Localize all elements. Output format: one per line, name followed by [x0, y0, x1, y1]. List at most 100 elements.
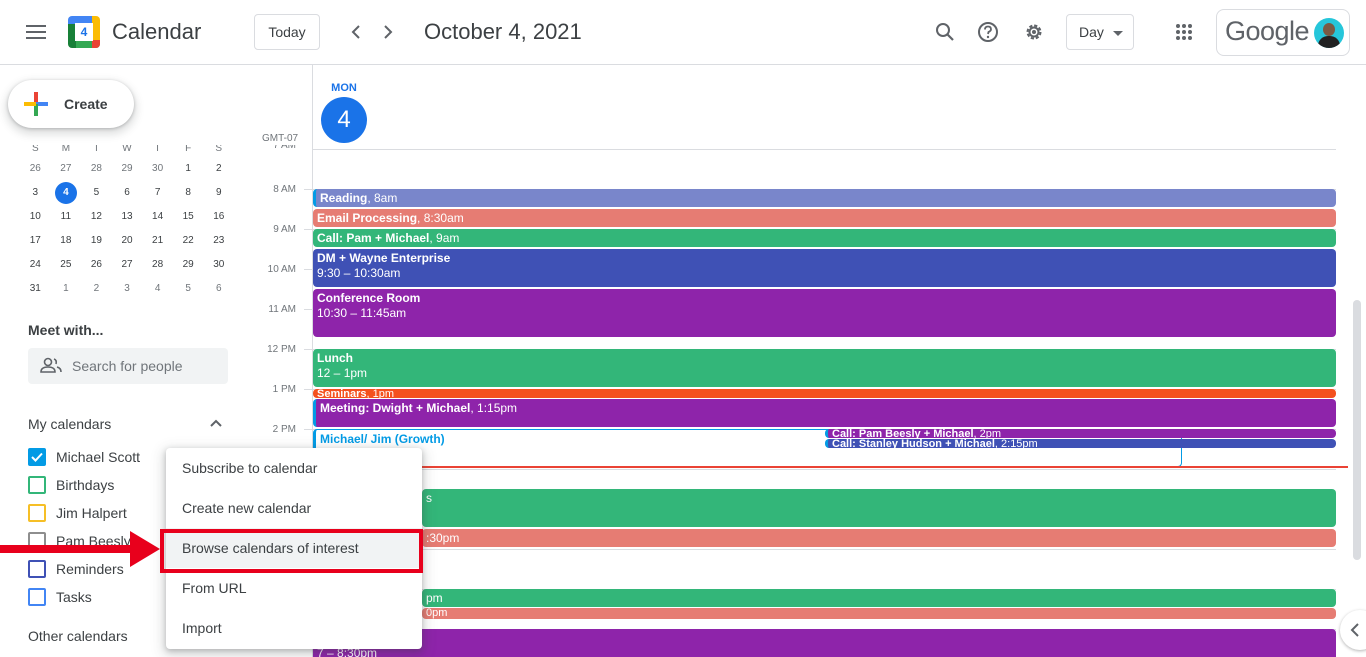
mini-calendar-day[interactable]: 1: [173, 157, 204, 181]
help-button[interactable]: [968, 12, 1008, 52]
search-people-input[interactable]: Search for people: [28, 348, 228, 384]
chevron-left-icon: [351, 25, 360, 39]
event-title: Email Processing: [317, 211, 418, 225]
mini-calendar-day[interactable]: 13: [112, 205, 143, 229]
main-menu-button[interactable]: [16, 12, 56, 52]
mini-calendar-day[interactable]: 5: [81, 181, 112, 205]
day-header-number[interactable]: 4: [321, 97, 367, 143]
event-title: Michael/ Jim (Growth): [320, 432, 445, 446]
menu-item-subscribe[interactable]: Subscribe to calendar: [166, 448, 422, 488]
menu-item-create-new[interactable]: Create new calendar: [166, 488, 422, 528]
mini-calendar-day[interactable]: 23: [203, 229, 234, 253]
calendar-event[interactable]: Seminars, 1pm: [313, 389, 1336, 398]
mini-calendar-day[interactable]: 9: [203, 181, 234, 205]
calendar-logo[interactable]: 4: [68, 16, 100, 48]
mini-calendar-day[interactable]: 15: [173, 205, 204, 229]
checkbox-icon[interactable]: [28, 560, 46, 578]
mini-calendar-day[interactable]: 28: [81, 157, 112, 181]
mini-calendar-day[interactable]: 5: [173, 277, 204, 301]
day-header-weekday: MON: [331, 82, 357, 94]
mini-calendar-day[interactable]: 2: [81, 277, 112, 301]
today-button[interactable]: Today: [254, 14, 320, 50]
mini-calendar-day[interactable]: 4: [51, 181, 82, 205]
mini-calendar-day[interactable]: 29: [173, 253, 204, 277]
event-title: Call: Pam + Michael: [317, 231, 430, 245]
checkbox-icon[interactable]: [28, 588, 46, 606]
side-panel-toggle[interactable]: [1340, 610, 1366, 650]
checkbox-icon[interactable]: [28, 476, 46, 494]
calendar-event[interactable]: Call: Pam + Michael, 9am: [313, 229, 1336, 247]
mini-calendar-day[interactable]: 19: [81, 229, 112, 253]
calendar-event[interactable]: Meeting: Dwight + Michael, 1:15pm: [313, 399, 1336, 427]
calendar-event[interactable]: Email Processing, 8:30am: [313, 209, 1336, 227]
calendar-event[interactable]: :30pm: [422, 529, 1336, 547]
calendar-item-birthdays[interactable]: Birthdays: [28, 473, 188, 497]
mini-calendar-day[interactable]: 11: [51, 205, 82, 229]
chevron-up-icon[interactable]: [209, 418, 223, 428]
mini-calendar-day[interactable]: 28: [142, 253, 173, 277]
mini-calendar-day[interactable]: 10: [20, 205, 51, 229]
my-calendars-title[interactable]: My calendars: [28, 416, 111, 432]
mini-calendar-day[interactable]: 24: [20, 253, 51, 277]
mini-calendar-day[interactable]: 18: [51, 229, 82, 253]
calendar-event[interactable]: Conference Room 10:30 – 11:45am: [313, 289, 1336, 337]
mini-calendar-day[interactable]: 25: [51, 253, 82, 277]
mini-calendar-day[interactable]: 26: [81, 253, 112, 277]
top-bar: 4 Calendar Today October 4, 2021 Day Goo…: [0, 0, 1366, 65]
calendar-item-jim-halpert[interactable]: Jim Halpert: [28, 501, 188, 525]
calendar-event[interactable]: g7 – 8:30pm: [313, 629, 1336, 657]
next-day-button[interactable]: [368, 12, 408, 52]
checkbox-checked-icon[interactable]: [28, 448, 46, 466]
other-calendars-title[interactable]: Other calendars: [28, 628, 128, 644]
checkbox-icon[interactable]: [28, 504, 46, 522]
calendar-item-michael-scott[interactable]: Michael Scott: [28, 445, 188, 469]
logo-day-number: 4: [75, 23, 93, 41]
view-switcher-dropdown[interactable]: Day: [1066, 14, 1134, 50]
mini-calendar-day[interactable]: 16: [203, 205, 234, 229]
mini-calendar-day[interactable]: 17: [20, 229, 51, 253]
view-switcher-label: Day: [1079, 24, 1104, 40]
settings-button[interactable]: [1014, 12, 1054, 52]
mini-calendar-week: 3456789: [20, 181, 234, 205]
calendar-event[interactable]: DM + Wayne Enterprise 9:30 – 10:30am: [313, 249, 1336, 287]
caret-down-icon: [1113, 31, 1123, 36]
mini-calendar-day[interactable]: 3: [20, 181, 51, 205]
menu-item-import[interactable]: Import: [166, 608, 422, 648]
calendar-event[interactable]: Reading, 8am: [313, 189, 1336, 207]
mini-calendar-day[interactable]: 22: [173, 229, 204, 253]
calendar-event[interactable]: Lunch 12 – 1pm: [313, 349, 1336, 387]
mini-calendar-day[interactable]: 30: [203, 253, 234, 277]
mini-calendar-day[interactable]: 6: [112, 181, 143, 205]
google-account-button[interactable]: Google: [1216, 9, 1350, 56]
mini-calendar-day[interactable]: 29: [112, 157, 143, 181]
mini-calendar-day[interactable]: 4: [142, 277, 173, 301]
event-time: , 1pm: [366, 389, 395, 398]
mini-calendar-day[interactable]: 6: [203, 277, 234, 301]
calendar-event[interactable]: 0pm: [422, 608, 1336, 619]
scrollbar[interactable]: [1353, 300, 1361, 560]
mini-calendar-day[interactable]: 8: [173, 181, 204, 205]
create-button[interactable]: Create: [8, 80, 134, 128]
event-time: 10:30 – 11:45am: [317, 306, 407, 320]
calendar-event[interactable]: Call: Stanley Hudson + Michael, 2:15pm: [825, 439, 1336, 448]
search-button[interactable]: [925, 12, 965, 52]
calendar-item-tasks[interactable]: Tasks: [28, 585, 188, 609]
mini-calendar-day[interactable]: 21: [142, 229, 173, 253]
mini-calendar-day[interactable]: 20: [112, 229, 143, 253]
mini-calendar-day[interactable]: 30: [142, 157, 173, 181]
mini-calendar-day[interactable]: 3: [112, 277, 143, 301]
google-apps-button[interactable]: [1164, 12, 1204, 52]
menu-item-from-url[interactable]: From URL: [166, 568, 422, 608]
mini-calendar-day[interactable]: 2: [203, 157, 234, 181]
mini-calendar-day[interactable]: 31: [20, 277, 51, 301]
mini-calendar-day[interactable]: 27: [51, 157, 82, 181]
mini-calendar-day[interactable]: 1: [51, 277, 82, 301]
mini-calendar-day[interactable]: 12: [81, 205, 112, 229]
calendar-event[interactable]: pm: [422, 589, 1336, 607]
calendar-event[interactable]: s: [422, 489, 1336, 527]
mini-calendar-day[interactable]: 27: [112, 253, 143, 277]
calendar-event[interactable]: Call: Pam Beesly + Michael, 2pm: [825, 429, 1336, 438]
mini-calendar-day[interactable]: 26: [20, 157, 51, 181]
mini-calendar-day[interactable]: 14: [142, 205, 173, 229]
mini-calendar-day[interactable]: 7: [142, 181, 173, 205]
